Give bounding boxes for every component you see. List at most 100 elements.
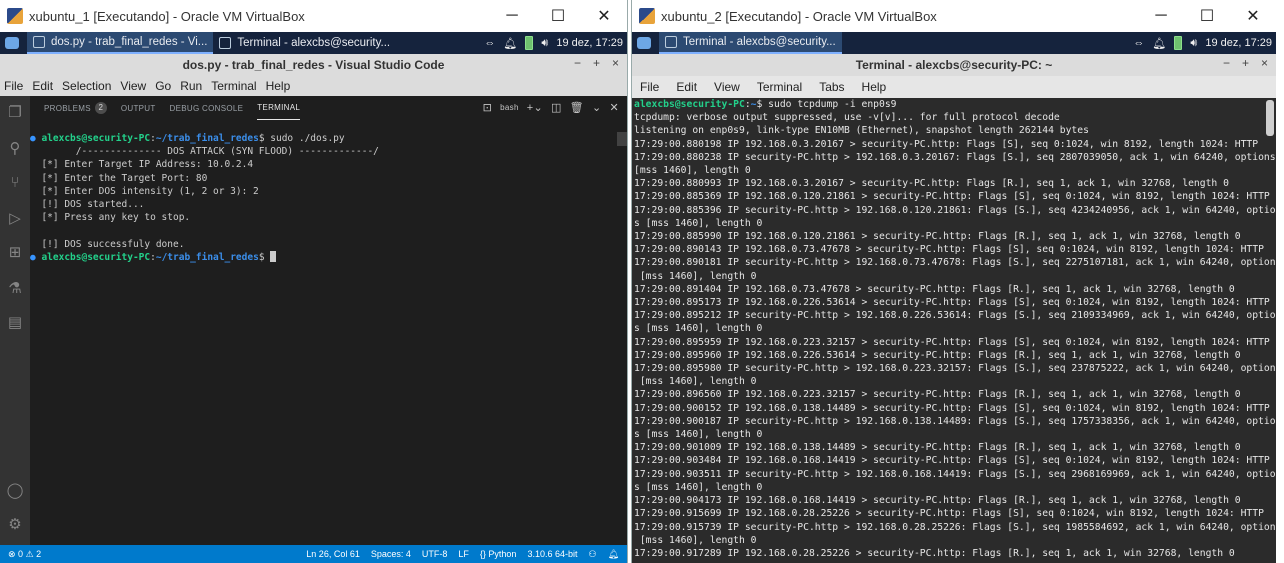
minimize-button[interactable]: ─ bbox=[1138, 0, 1184, 32]
terminal-line: listening on enp0s9, link-type EN10MB (E… bbox=[634, 125, 1089, 137]
volume-icon[interactable]: 🔊︎ bbox=[541, 37, 548, 50]
terminal-maximize-button[interactable]: + bbox=[1242, 56, 1249, 70]
chevron-down-icon[interactable]: ⌄ bbox=[592, 101, 602, 114]
tab-debug-console[interactable]: DEBUG CONSOLE bbox=[170, 96, 244, 120]
menu-selection[interactable]: Selection bbox=[62, 79, 111, 93]
cursor-position[interactable]: Ln 26, Col 61 bbox=[306, 549, 360, 559]
vscode-maximize-button[interactable]: + bbox=[593, 56, 600, 70]
battery-icon[interactable] bbox=[1174, 36, 1183, 50]
terminal-line: 17:29:00.901009 IP 192.168.0.138.14489 >… bbox=[634, 442, 1241, 454]
terminal-line: [mss 1460], length 0 bbox=[634, 270, 757, 282]
tab-problems[interactable]: PROBLEMS 2 bbox=[44, 96, 107, 120]
notification-bell-icon[interactable]: 🔔︎ bbox=[503, 37, 517, 50]
whisker-menu-icon[interactable] bbox=[637, 37, 651, 49]
minimize-button[interactable]: ─ bbox=[489, 0, 535, 32]
close-button[interactable]: ✕ bbox=[1230, 0, 1276, 32]
terminal-line: 17:29:00.895173 IP 192.168.0.226.53614 >… bbox=[634, 297, 1270, 309]
volume-icon[interactable]: 🔊︎ bbox=[1190, 37, 1197, 50]
terminal-line: [mss 1460], length 0 bbox=[634, 376, 757, 388]
tab-terminal[interactable]: TERMINAL bbox=[257, 96, 301, 120]
clock[interactable]: 19 dez, 17:29 bbox=[556, 37, 623, 49]
terminal-scrollbar[interactable] bbox=[617, 132, 627, 146]
clock[interactable]: 19 dez, 17:29 bbox=[1205, 37, 1272, 49]
terminal-icon bbox=[665, 36, 677, 48]
settings-gear-icon[interactable]: ⚙ bbox=[6, 516, 24, 534]
terminal-line: [mss 1460], length 0 bbox=[634, 534, 757, 546]
menu-help[interactable]: Help bbox=[266, 79, 291, 93]
notifications-bell-icon[interactable]: 🔔︎ bbox=[608, 549, 619, 560]
python-interpreter[interactable]: 3.10.6 64-bit bbox=[527, 549, 577, 559]
end-of-line[interactable]: LF bbox=[458, 549, 469, 559]
taskbar-item-terminal[interactable]: Terminal - alexcbs@security... bbox=[213, 32, 396, 54]
vscode-minimize-button[interactable]: − bbox=[574, 56, 581, 70]
menu-edit[interactable]: Edit bbox=[676, 80, 697, 94]
search-icon[interactable]: ⚲ bbox=[6, 140, 24, 158]
terminal-body[interactable]: alexcbs@security-PC:~$ sudo tcpdump -i e… bbox=[632, 98, 1276, 563]
activity-bar: ❐ ⚲ ⑂ ▷ ⊞ ⚗ ▤ ◯ ⚙ bbox=[0, 96, 30, 545]
new-terminal-button[interactable]: +⌄ bbox=[527, 101, 543, 114]
tab-output[interactable]: OUTPUT bbox=[121, 96, 156, 120]
account-icon[interactable]: ◯ bbox=[6, 482, 24, 500]
menu-file[interactable]: File bbox=[4, 79, 23, 93]
language-mode[interactable]: {} Python bbox=[480, 549, 517, 559]
vscode-icon bbox=[33, 36, 45, 48]
terminal-line: 17:29:00.885369 IP 192.168.0.120.21861 >… bbox=[634, 191, 1270, 203]
terminal-line: [mss 1460], length 0 bbox=[634, 165, 751, 177]
split-terminal-icon[interactable]: ◫ bbox=[551, 101, 562, 114]
terminal-line: s [mss 1460], length 0 bbox=[634, 481, 763, 493]
virtualbox-icon bbox=[7, 8, 23, 24]
remote-explorer-icon[interactable]: ▤ bbox=[6, 314, 24, 332]
menu-file[interactable]: File bbox=[640, 80, 659, 94]
source-control-icon[interactable]: ⑂ bbox=[6, 174, 24, 192]
system-tray: ⇔ 🔔︎ 🔊︎ 19 dez, 17:29 bbox=[1133, 32, 1272, 54]
network-icon[interactable]: ⇔ bbox=[484, 37, 495, 49]
virtualbox-titlebar[interactable]: xubuntu_1 [Executando] - Oracle VM Virtu… bbox=[0, 0, 627, 32]
problems-count-badge: 2 bbox=[94, 102, 107, 114]
kill-terminal-icon[interactable]: 🗑︎ bbox=[570, 101, 584, 114]
close-button[interactable]: ✕ bbox=[581, 0, 627, 32]
terminal-close-button[interactable]: × bbox=[1261, 56, 1268, 70]
extensions-icon[interactable]: ⊞ bbox=[6, 244, 24, 262]
indentation[interactable]: Spaces: 4 bbox=[371, 549, 411, 559]
menu-view[interactable]: View bbox=[714, 80, 740, 94]
vm-window-xubuntu-2: xubuntu_2 [Executando] - Oracle VM Virtu… bbox=[631, 0, 1276, 563]
taskbar-item-terminal[interactable]: Terminal - alexcbs@security... bbox=[659, 32, 842, 54]
problems-status[interactable]: ⊗ 0 ⚠ 2 bbox=[8, 549, 41, 560]
shell-name[interactable]: bash bbox=[500, 103, 519, 112]
integrated-terminal[interactable]: ● alexcbs@security-PC:~/trab_final_redes… bbox=[30, 132, 617, 264]
vm-window-xubuntu-1: xubuntu_1 [Executando] - Oracle VM Virtu… bbox=[0, 0, 628, 563]
run-debug-icon[interactable]: ▷ bbox=[6, 210, 24, 228]
close-panel-icon[interactable]: ✕ bbox=[609, 101, 619, 114]
terminal-line: 17:29:00.880198 IP 192.168.0.3.20167 > s… bbox=[634, 138, 1259, 150]
vscode-close-button[interactable]: × bbox=[612, 56, 619, 70]
taskbar-item-vscode[interactable]: dos.py - trab_final_redes - Vi... bbox=[27, 32, 214, 54]
maximize-button[interactable]: ☐ bbox=[1184, 0, 1230, 32]
menu-terminal[interactable]: Terminal bbox=[211, 79, 256, 93]
terminal-minimize-button[interactable]: − bbox=[1223, 56, 1230, 70]
terminal-shell-icon[interactable]: ⊡ bbox=[483, 101, 493, 114]
vscode-title: dos.py - trab_final_redes - Visual Studi… bbox=[182, 58, 445, 72]
terminal-line: 17:29:00.915699 IP 192.168.0.28.25226 > … bbox=[634, 508, 1264, 520]
notification-bell-icon[interactable]: 🔔︎ bbox=[1152, 37, 1166, 50]
terminal-line: 17:29:00.890181 IP security-PC.http > 19… bbox=[634, 257, 1276, 269]
terminal-icon bbox=[219, 37, 232, 49]
menu-tabs[interactable]: Tabs bbox=[819, 80, 844, 94]
encoding[interactable]: UTF-8 bbox=[422, 549, 448, 559]
whisker-menu-icon[interactable] bbox=[5, 37, 19, 49]
menu-run[interactable]: Run bbox=[180, 79, 202, 93]
live-share-icon[interactable]: ⚇ bbox=[588, 549, 596, 560]
terminal-line: s [mss 1460], length 0 bbox=[634, 323, 763, 335]
network-icon[interactable]: ⇔ bbox=[1133, 37, 1144, 49]
terminal-line: 17:29:00.895960 IP 192.168.0.226.53614 >… bbox=[634, 349, 1241, 361]
explorer-icon[interactable]: ❐ bbox=[6, 104, 24, 122]
testing-icon[interactable]: ⚗ bbox=[6, 280, 24, 298]
menu-help[interactable]: Help bbox=[862, 80, 887, 94]
menu-go[interactable]: Go bbox=[155, 79, 171, 93]
terminal-scrollbar[interactable] bbox=[1266, 100, 1274, 136]
maximize-button[interactable]: ☐ bbox=[535, 0, 581, 32]
menu-terminal[interactable]: Terminal bbox=[757, 80, 802, 94]
menu-edit[interactable]: Edit bbox=[32, 79, 53, 93]
battery-icon[interactable] bbox=[525, 36, 534, 50]
menu-view[interactable]: View bbox=[120, 79, 146, 93]
virtualbox-titlebar[interactable]: xubuntu_2 [Executando] - Oracle VM Virtu… bbox=[632, 0, 1276, 32]
